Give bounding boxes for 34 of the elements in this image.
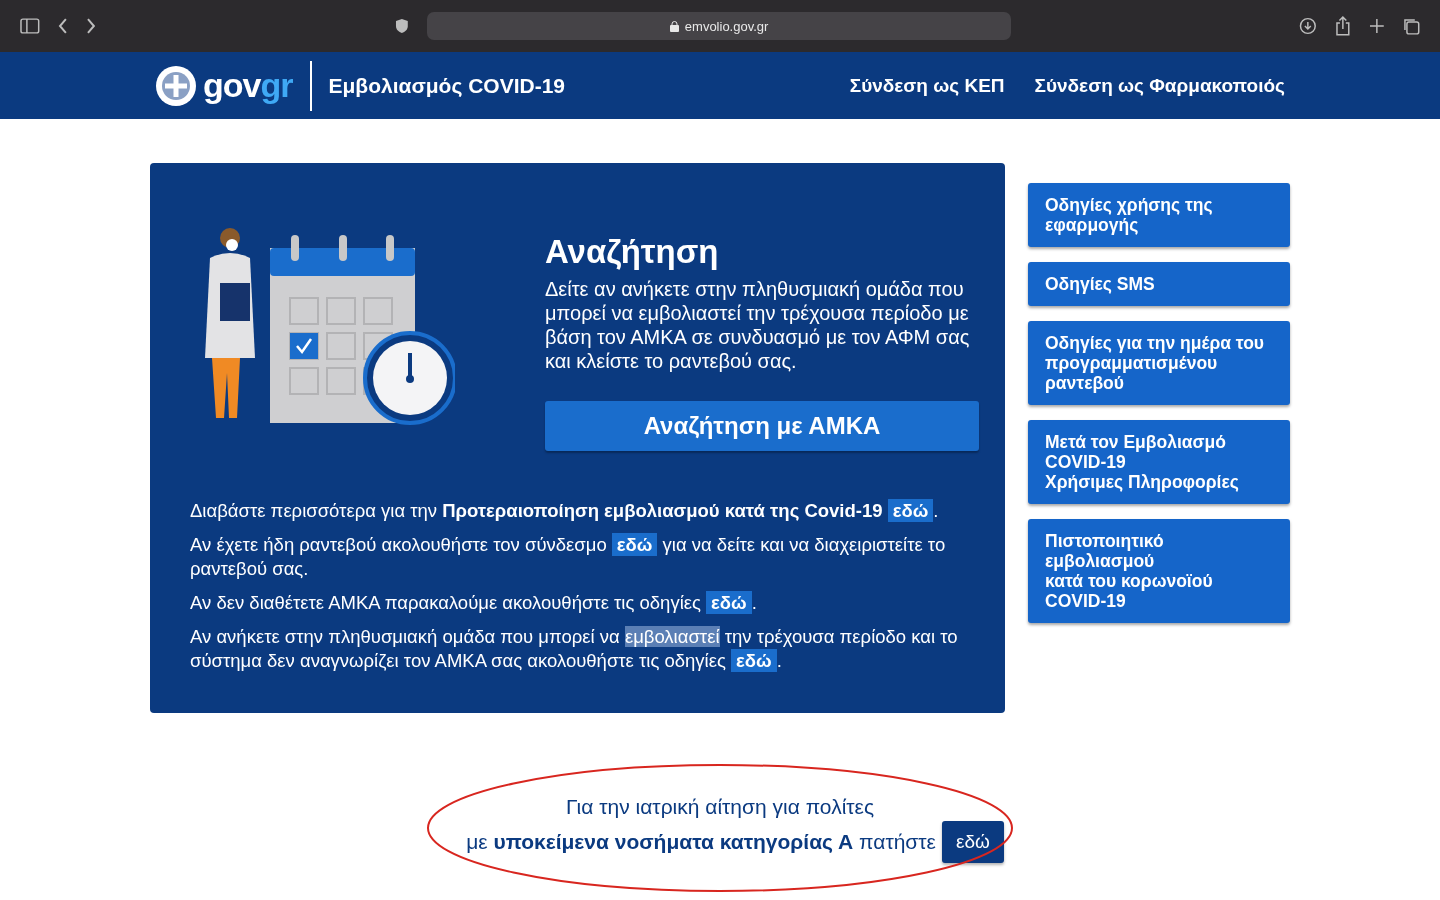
address-bar[interactable]: emvolio.gov.gr [427, 12, 1012, 40]
tabs-icon[interactable] [1402, 17, 1420, 35]
emblem-icon [155, 64, 197, 107]
info-paragraph: Διαβάστε περισσότερα για την Προτεραιοποίηση εμβολιασμού κατά της Covid-19 εδώ . [190, 499, 940, 523]
info-paragraph: Αν ανήκετε στην πληθυσμιακή ομάδα που μπορεί να εμβολιαστεί την τρέχουσα περίοδο και το σύστημα δεν αναγνωρίζει τον ΑΜΚΑ σας ακολουθήστε τις οδηγίες εδώ . [190, 625, 959, 673]
here-link[interactable]: εδώ [731, 649, 777, 672]
notice-text: Για την ιατρική αίτηση για πολίτες [565, 794, 875, 820]
share-icon[interactable] [1334, 16, 1351, 36]
sidebar-button[interactable]: Οδηγίες χρήσης της εφαρμογής [1028, 183, 1290, 247]
here-link[interactable]: εδώ [887, 499, 934, 522]
plus-icon[interactable] [1368, 18, 1385, 34]
logo-text: govgr [203, 66, 293, 105]
notice-text: με υποκείμενα νοσήματα κατηγορίας Α πατήστε [466, 829, 936, 855]
forward-icon[interactable] [85, 18, 96, 34]
lock-icon [669, 20, 679, 32]
here-link[interactable]: εδώ [611, 533, 658, 556]
card-description: Δείτε αν ανήκετε στην πληθυσμιακή ομάδα που μπορεί να εμβολιαστεί την τρέχουσα περίοδο με βάση τον ΑΜΚΑ σε συνδυασμό με τον ΑΦΜ σας και κλείστε το ραντεβού σας. [545, 277, 971, 373]
sidebar-button[interactable]: Οδηγίες SMS [1028, 262, 1290, 306]
header-link[interactable]: Σύνδεση ως Φαρμακοποιός [1034, 74, 1285, 97]
site-title: Εμβολιασμός COVID-19 [328, 73, 566, 98]
here-button[interactable]: εδώ [942, 821, 1004, 863]
search-button[interactable]: Αναζήτηση με ΑΜΚΑ [545, 401, 979, 451]
card-title: Αναζήτηση [545, 233, 720, 271]
sidebar-button[interactable]: Πιστοποιητικό εμβολιασμού κατά του κορωνοϊού COVID-19 [1028, 519, 1290, 623]
sidebar-icon[interactable] [20, 18, 40, 34]
download-icon[interactable] [1299, 17, 1317, 35]
here-link[interactable]: εδώ [706, 591, 752, 614]
sidebar-button[interactable]: Μετά τον Εμβολιασμό COVID-19 Χρήσιμες Πληροφορίες [1028, 420, 1290, 504]
sidebar-button[interactable]: Οδηγίες για την ημέρα του προγραμματισμένου ραντεβού [1028, 321, 1290, 405]
shield-icon[interactable] [395, 18, 410, 34]
info-paragraph: Αν έχετε ήδη ραντεβού ακολουθήστε τον σύνδεσμο εδώ για να δείτε και να διαχειριστείτε το ραντεβού σας. [190, 533, 947, 581]
back-icon[interactable] [57, 18, 68, 34]
info-paragraph: Αν δεν διαθέτετε ΑΜΚΑ παρακαλούμε ακολουθήστε τις οδηγίες εδώ . [190, 591, 758, 615]
header-link[interactable]: Σύνδεση ως ΚΕΠ [849, 74, 1005, 97]
